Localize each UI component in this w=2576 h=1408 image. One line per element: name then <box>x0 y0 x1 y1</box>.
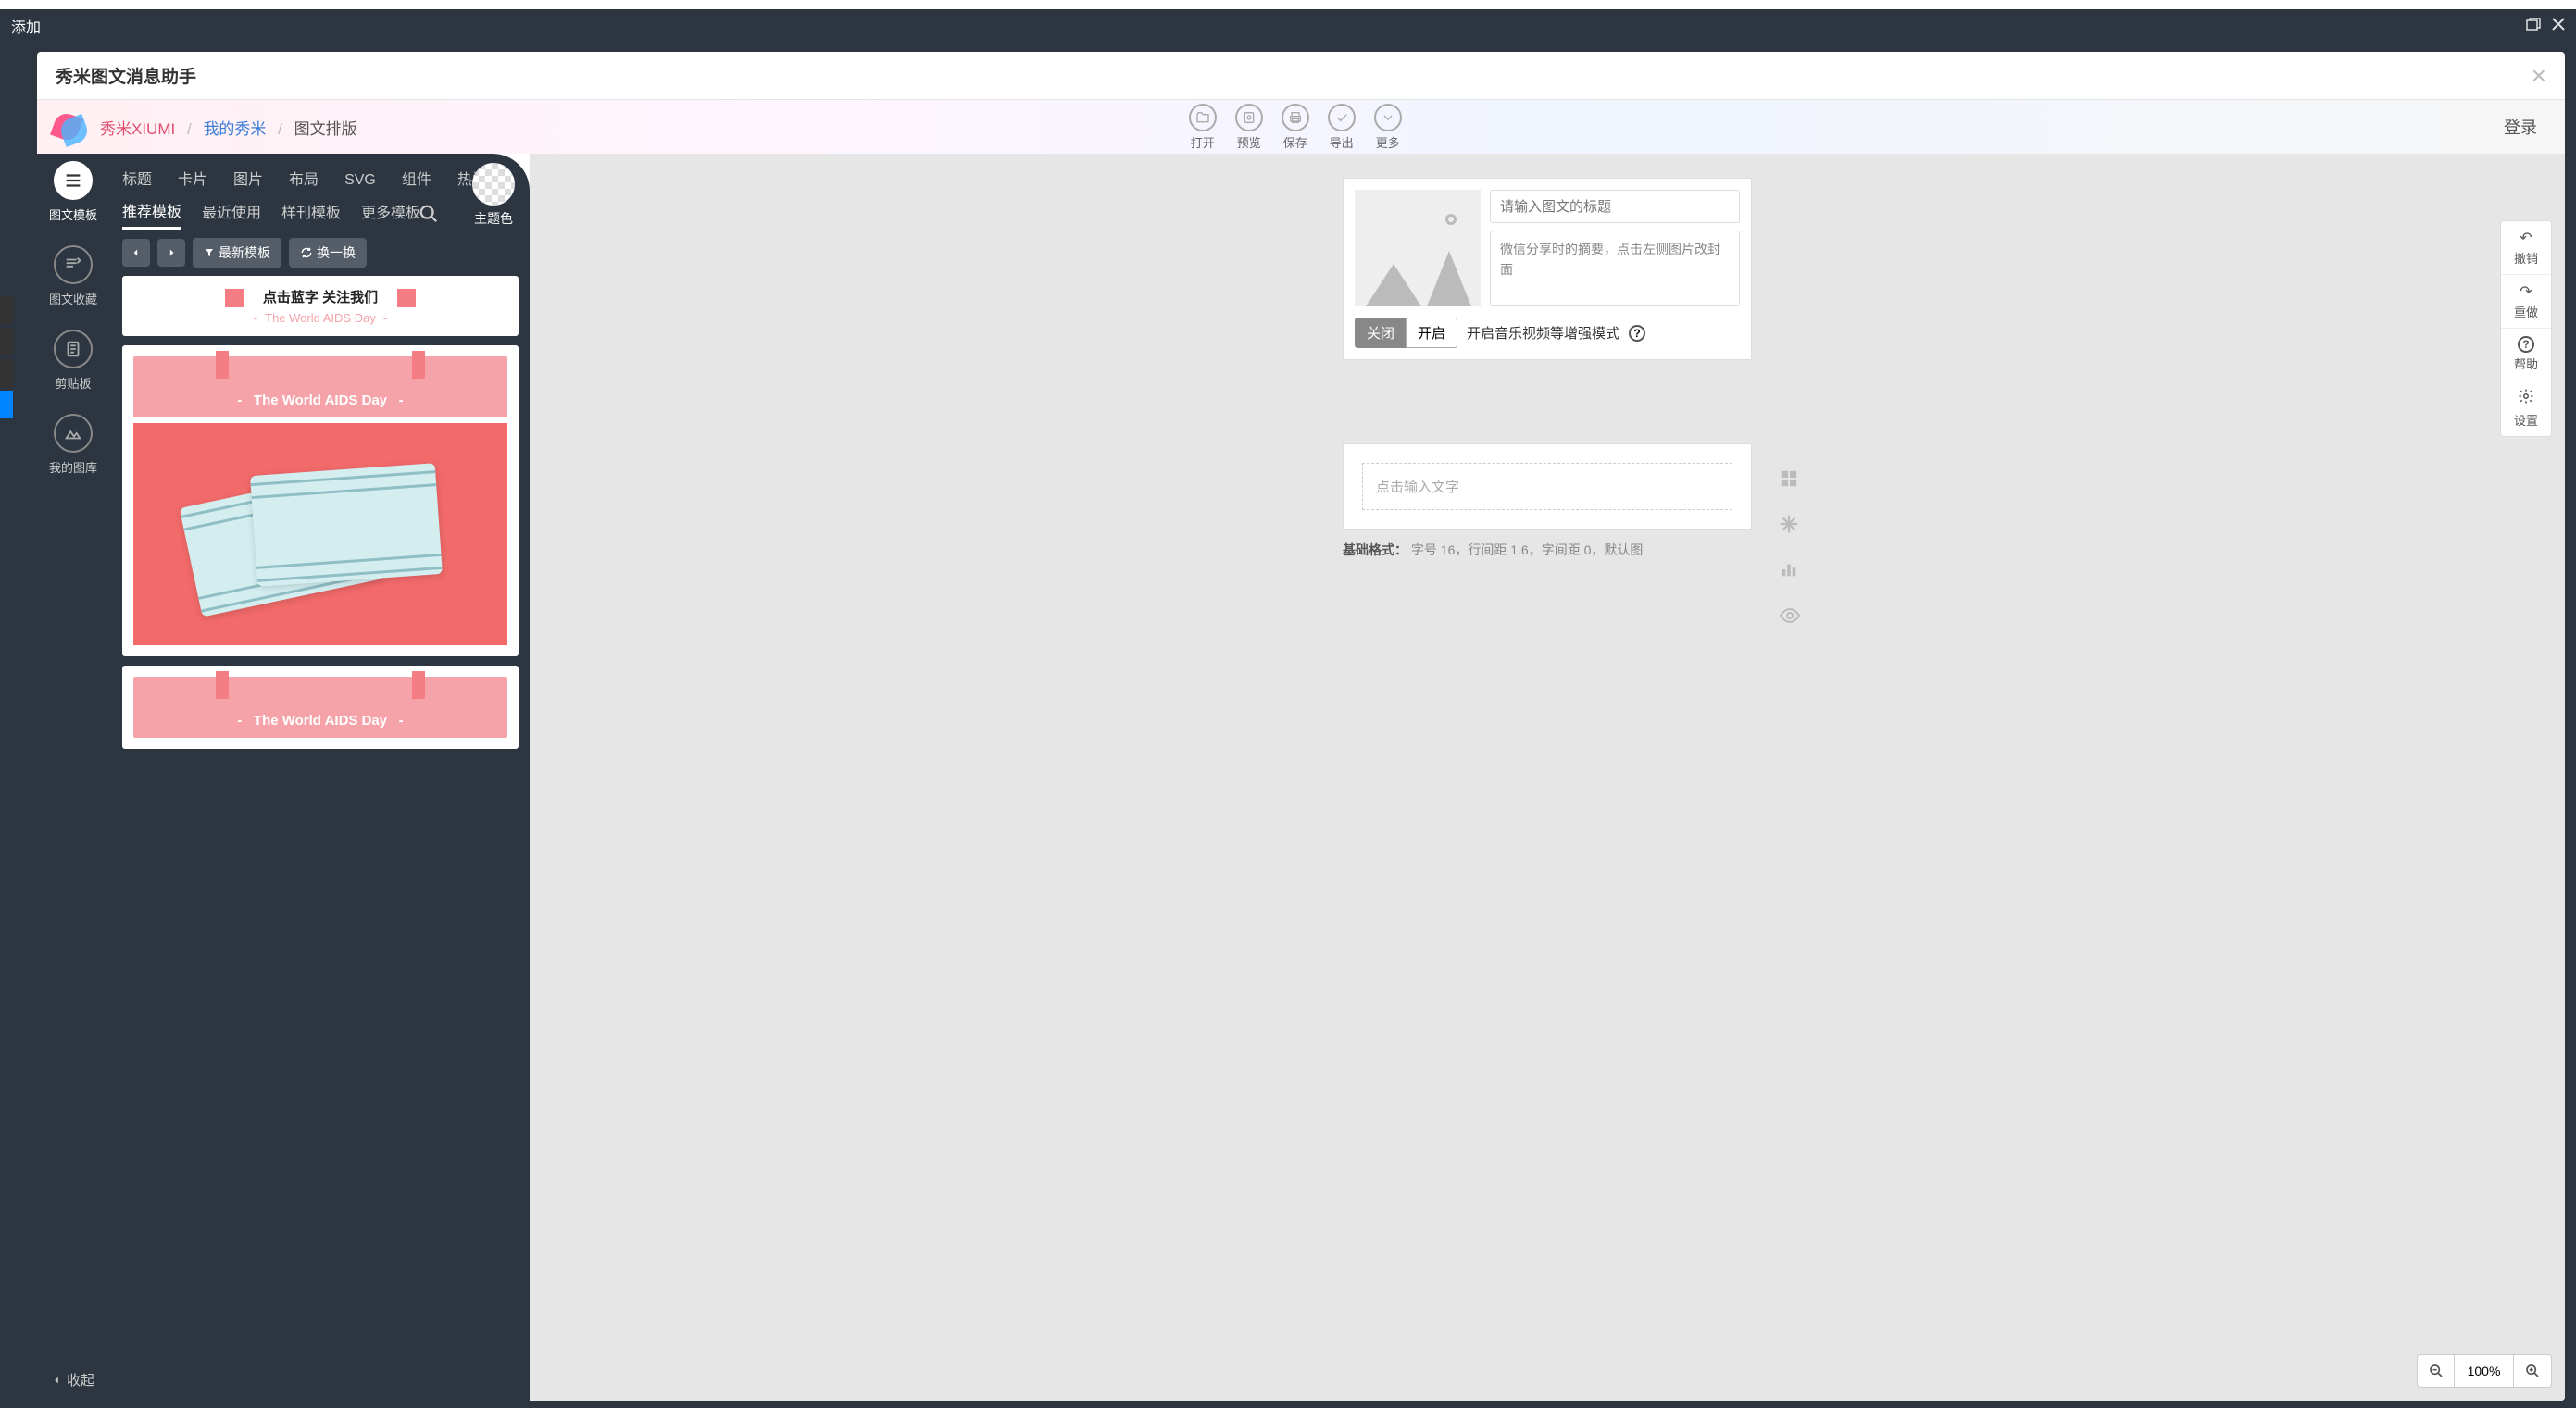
breadcrumb-bar: 秀米XIUMI / 我的秀米 / 图文排版 打开 预览 保存 导出 <box>37 100 2565 154</box>
more-button[interactable]: 更多 <box>1374 104 1402 151</box>
eye-icon[interactable] <box>1779 604 1801 631</box>
text-input-placeholder[interactable]: 点击输入文字 <box>1362 463 1732 510</box>
decoration-icon <box>412 351 425 379</box>
help-icon[interactable]: ? <box>1629 325 1645 342</box>
enhance-mode-toggle[interactable]: 关闭 开启 <box>1355 318 1457 348</box>
search-icon[interactable] <box>419 204 439 229</box>
maximize-icon[interactable] <box>2526 18 2541 35</box>
template-list[interactable]: 点击蓝字 关注我们 The World AIDS Day - The World… <box>122 272 522 1401</box>
stats-icon[interactable] <box>1779 559 1801 584</box>
document-header-card: 微信分享时的摘要，点击左侧图片改封面 关闭 开启 开启音乐视频等增强模式 ? <box>1343 178 1752 360</box>
template-item[interactable]: 点击蓝字 关注我们 The World AIDS Day <box>122 276 519 336</box>
zoom-level[interactable]: 100% <box>2455 1355 2514 1387</box>
snowflake-icon[interactable] <box>1779 514 1801 539</box>
undo-button[interactable]: ↶ 撤销 <box>2501 221 2551 275</box>
bookmark-icon <box>54 245 93 284</box>
sidebar-item-template[interactable]: 图文模板 <box>49 161 97 223</box>
shuffle-button[interactable]: 换一换 <box>289 238 367 268</box>
collapse-button[interactable]: 收起 <box>50 1370 94 1389</box>
titlebar-label: 添加 <box>11 15 41 37</box>
subtab-more[interactable]: 更多模板 <box>361 200 420 228</box>
redo-button[interactable]: ↷ 重做 <box>2501 275 2551 329</box>
zoom-in-button[interactable] <box>2514 1355 2551 1387</box>
sidebar-item-favorites[interactable]: 图文收藏 <box>49 245 97 307</box>
zoom-control: 100% <box>2417 1354 2552 1388</box>
decoration-icon <box>397 289 416 307</box>
window-titlebar: 添加 <box>0 9 2576 43</box>
template-image <box>133 423 507 645</box>
breadcrumb-link[interactable]: 我的秀米 <box>203 120 266 138</box>
theme-color-button[interactable]: 主题色 <box>472 163 515 228</box>
subtab-recent[interactable]: 最近使用 <box>202 200 261 228</box>
modal-close-icon[interactable]: × <box>2532 61 2546 91</box>
undo-icon: ↶ <box>2520 229 2532 247</box>
decoration-icon <box>216 351 229 379</box>
latest-templates-button[interactable]: 最新模板 <box>193 238 281 268</box>
filter-icon <box>204 247 215 258</box>
close-toggle-button[interactable]: 关闭 <box>1355 318 1407 348</box>
grid-icon[interactable] <box>1779 468 1801 493</box>
login-button[interactable]: 登录 <box>2493 115 2548 139</box>
breadcrumb: 秀米XIUMI / 我的秀米 / 图文排版 <box>100 116 357 139</box>
subtab-recommend[interactable]: 推荐模板 <box>122 199 181 230</box>
lines-icon <box>54 161 93 200</box>
decoration-icon <box>412 671 425 699</box>
modal: 秀米图文消息助手 × 秀米XIUMI / 我的秀米 / 图文排版 打开 预览 保… <box>37 52 2565 1401</box>
tab-svg[interactable]: SVG <box>344 172 376 194</box>
prev-button[interactable] <box>122 239 150 267</box>
redo-icon: ↷ <box>2520 282 2532 301</box>
zoom-out-button[interactable] <box>2418 1355 2455 1387</box>
sidebar-item-clipboard[interactable]: 剪贴板 <box>54 330 93 392</box>
gear-icon <box>2518 388 2534 409</box>
breadcrumb-brand[interactable]: 秀米XIUMI <box>100 120 175 138</box>
breadcrumb-current: 图文排版 <box>294 120 357 138</box>
sidebar-item-gallery[interactable]: 我的图库 <box>49 414 97 476</box>
document-title-input[interactable] <box>1490 190 1740 223</box>
brand-logo-icon <box>54 110 87 143</box>
eye-icon <box>1235 104 1263 131</box>
preview-button[interactable]: 预览 <box>1235 104 1263 151</box>
refresh-icon <box>300 246 313 259</box>
tab-layout[interactable]: 布局 <box>289 167 319 194</box>
question-icon: ? <box>2518 336 2534 353</box>
clipboard-icon <box>54 330 93 368</box>
document-summary-input[interactable]: 微信分享时的摘要，点击左侧图片改封面 <box>1490 231 1740 306</box>
cover-image-placeholder[interactable] <box>1355 190 1481 306</box>
open-button[interactable]: 打开 <box>1189 104 1217 151</box>
tab-image[interactable]: 图片 <box>233 167 263 194</box>
content-block[interactable]: 点击输入文字 <box>1343 443 1752 530</box>
tab-component[interactable]: 组件 <box>402 167 431 194</box>
check-icon <box>1328 104 1356 131</box>
checker-icon <box>472 163 515 206</box>
enhance-mode-label: 开启音乐视频等增强模式 <box>1467 323 1619 343</box>
settings-button[interactable]: 设置 <box>2501 380 2551 436</box>
decoration-icon <box>225 289 244 307</box>
tab-title[interactable]: 标题 <box>122 167 152 194</box>
help-button[interactable]: ? 帮助 <box>2501 329 2551 380</box>
image-icon <box>54 414 93 453</box>
open-toggle-button[interactable]: 开启 <box>1406 318 1457 348</box>
modal-title: 秀米图文消息助手 <box>56 63 196 88</box>
chevron-down-icon <box>1374 104 1402 131</box>
subtab-sample[interactable]: 样刊模板 <box>281 200 341 228</box>
folder-icon <box>1189 104 1217 131</box>
template-item[interactable]: - The World AIDS Day - <box>122 345 519 656</box>
export-button[interactable]: 导出 <box>1328 104 1356 151</box>
template-item[interactable]: - The World AIDS Day - <box>122 666 519 749</box>
printer-icon <box>1282 104 1309 131</box>
next-button[interactable] <box>157 239 185 267</box>
canvas[interactable]: 微信分享时的摘要，点击左侧图片改封面 关闭 开启 开启音乐视频等增强模式 ? 点… <box>530 154 2565 1401</box>
chevron-left-icon <box>50 1374 63 1387</box>
format-info: 基础格式： 字号 16，行间距 1.6，字间距 0，默认图 <box>1343 541 1752 559</box>
decoration-icon <box>216 671 229 699</box>
save-button[interactable]: 保存 <box>1282 104 1309 151</box>
tab-card[interactable]: 卡片 <box>178 167 207 194</box>
close-icon[interactable] <box>2552 18 2565 35</box>
